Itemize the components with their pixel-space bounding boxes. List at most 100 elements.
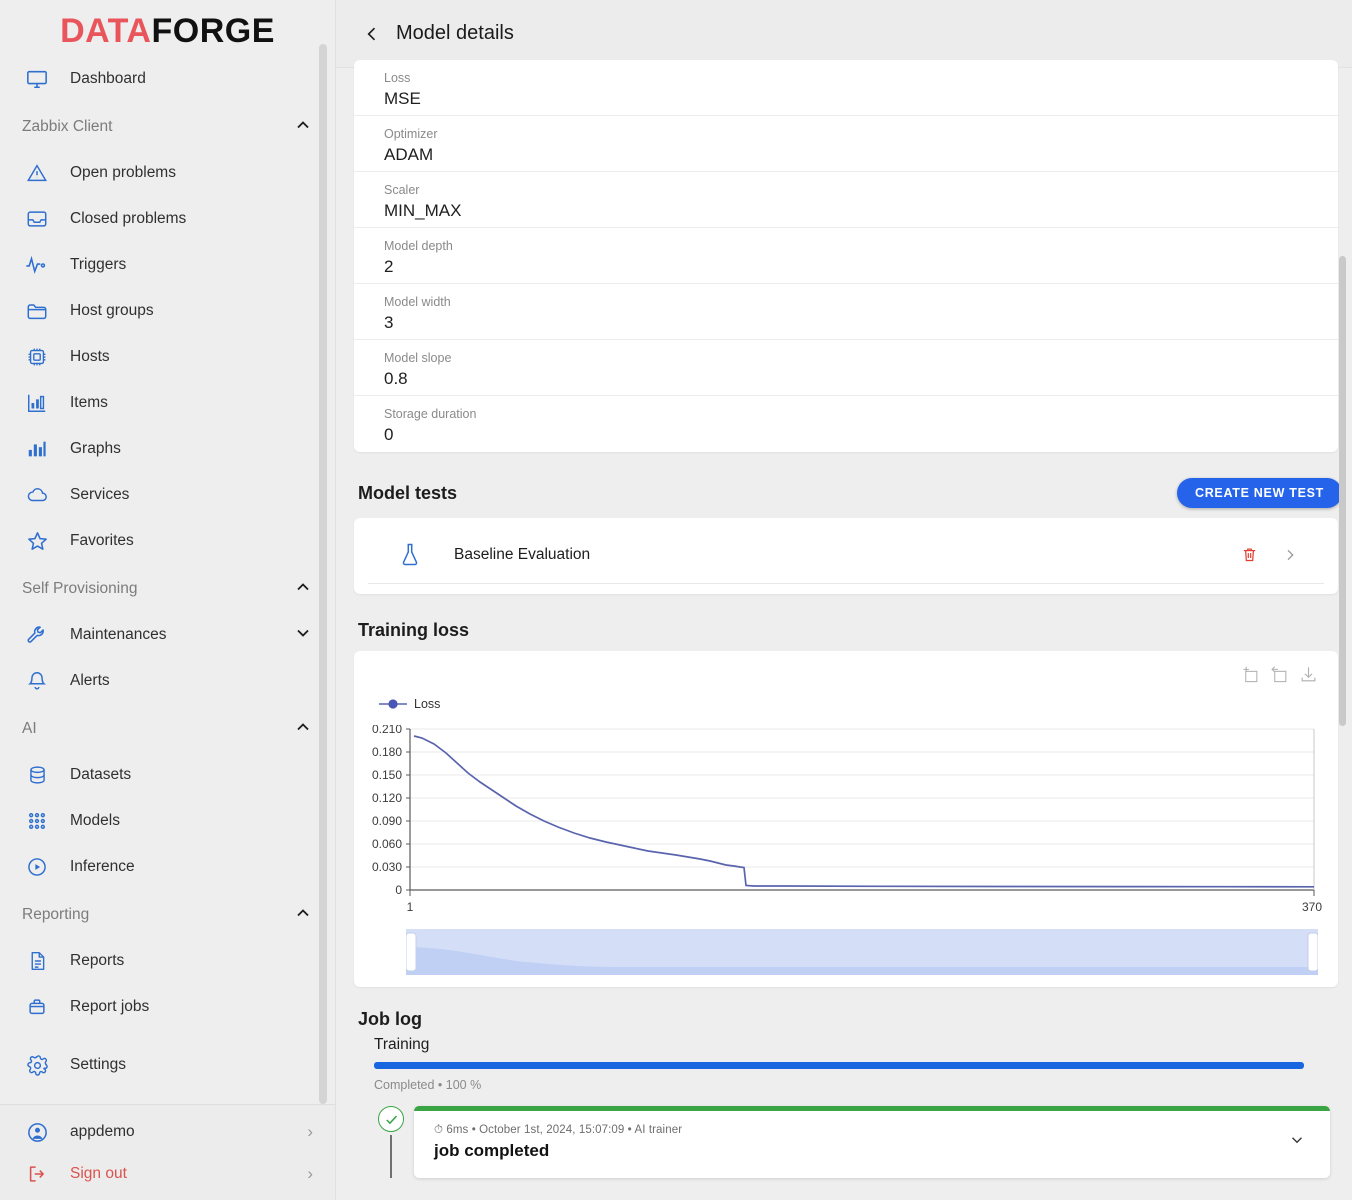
sidebar-item-closed-problems[interactable]: Closed problems: [0, 196, 335, 242]
sidebar-item-label: Items: [70, 394, 335, 412]
create-new-test-button[interactable]: CREATE NEW TEST: [1177, 478, 1342, 508]
app-logo: DATAFORGE: [0, 0, 335, 56]
parameter-value: 3: [384, 311, 1324, 335]
pulse-icon: [22, 252, 52, 278]
sidebar-item-graphs[interactable]: Graphs: [0, 426, 335, 472]
bell-icon: [22, 668, 52, 694]
training-loss-chart-card: Loss 0.210: [354, 651, 1338, 987]
sidebar-item-items[interactable]: Items: [0, 380, 335, 426]
parameter-row-loss: Loss MSE: [354, 60, 1338, 116]
monitor-icon: [22, 66, 52, 92]
sidebar-item-label: Dashboard: [70, 70, 335, 88]
sidebar-group-reporting[interactable]: Reporting: [0, 892, 335, 938]
sidebar-item-maintenances[interactable]: Maintenances: [0, 612, 335, 658]
cloud-icon: [22, 482, 52, 508]
warning-triangle-icon: [22, 160, 52, 186]
sidebar-group-label: AI: [22, 720, 293, 738]
clock-icon: ⏱: [434, 1124, 443, 1136]
sidebar-item-label: Settings: [70, 1056, 335, 1074]
chevron-up-icon: [293, 577, 313, 602]
job-log-card[interactable]: ⏱ 6ms • October 1st, 2024, 15:07:09 • AI…: [414, 1106, 1330, 1178]
reset-zoom-icon[interactable]: [1270, 665, 1289, 689]
logo-part-forge: FORGE: [151, 12, 274, 51]
chart-toolbar: [1241, 665, 1318, 689]
training-loss-header: Training loss: [358, 620, 1342, 641]
job-log-header: Job log: [358, 1009, 1342, 1030]
sidebar-item-host-groups[interactable]: Host groups: [0, 288, 335, 334]
sidebar-item-open-problems[interactable]: Open problems: [0, 150, 335, 196]
sidebar-footer: appdemo › Sign out ›: [0, 1104, 335, 1200]
job-log-entry: ⏱ 6ms • October 1st, 2024, 15:07:09 • AI…: [368, 1106, 1352, 1178]
model-test-row[interactable]: Baseline Evaluation: [368, 526, 1324, 584]
svg-text:0.030: 0.030: [372, 860, 402, 874]
sign-out-label: Sign out: [70, 1165, 307, 1183]
parameter-value: 2: [384, 255, 1324, 279]
graph-icon: [22, 436, 52, 462]
parameter-row-scaler: Scaler MIN_MAX: [354, 172, 1338, 228]
parameter-value: MSE: [384, 87, 1324, 111]
zoom-box-icon[interactable]: [1241, 665, 1260, 689]
sidebar-item-sign-out[interactable]: Sign out ›: [0, 1153, 335, 1195]
grid-dots-icon: [22, 808, 52, 834]
parameter-label: Model width: [384, 294, 1324, 311]
account-label: appdemo: [70, 1123, 307, 1141]
sidebar-item-label: Favorites: [70, 532, 335, 550]
bar-chart-icon: [22, 390, 52, 416]
parameter-label: Loss: [384, 70, 1324, 87]
sidebar-item-label: Maintenances: [70, 626, 293, 644]
sidebar-scrollbar-thumb[interactable]: [319, 44, 327, 1104]
sidebar-item-account[interactable]: appdemo ›: [0, 1111, 335, 1153]
sidebar-item-label: Reports: [70, 952, 335, 970]
main-scrollbar-thumb[interactable]: [1339, 256, 1346, 726]
svg-text:1: 1: [407, 900, 414, 914]
trash-icon[interactable]: [1241, 545, 1258, 564]
sidebar-item-label: Closed problems: [70, 210, 335, 228]
sidebar-item-label: Open problems: [70, 164, 335, 182]
database-icon: [22, 762, 52, 788]
parameter-label: Scaler: [384, 182, 1324, 199]
job-log-meta: ⏱ 6ms • October 1st, 2024, 15:07:09 • AI…: [434, 1124, 1282, 1137]
sidebar-item-hosts[interactable]: Hosts: [0, 334, 335, 380]
sidebar-group-ai[interactable]: AI: [0, 706, 335, 752]
sidebar-item-reports[interactable]: Reports: [0, 938, 335, 984]
job-log-meta-text: 6ms • October 1st, 2024, 15:07:09 • AI t…: [446, 1124, 682, 1136]
sidebar-item-inference[interactable]: Inference: [0, 844, 335, 890]
sidebar-item-models[interactable]: Models: [0, 798, 335, 844]
sidebar-item-favorites[interactable]: Favorites: [0, 518, 335, 564]
svg-text:0.210: 0.210: [372, 725, 402, 736]
chart-range-brush[interactable]: [406, 929, 1318, 975]
job-progress-label: Training: [374, 1036, 1352, 1054]
sidebar-scrollbar[interactable]: [323, 44, 331, 1104]
chip-icon: [22, 344, 52, 370]
sidebar-item-label: Inference: [70, 858, 335, 876]
sidebar-item-settings[interactable]: Settings: [0, 1042, 335, 1088]
sidebar-group-zabbix-client[interactable]: Zabbix Client: [0, 104, 335, 150]
sidebar-item-services[interactable]: Services: [0, 472, 335, 518]
svg-text:370: 370: [1302, 900, 1322, 914]
sidebar-item-dashboard[interactable]: Dashboard: [0, 56, 335, 102]
gear-icon: [22, 1052, 52, 1078]
chevron-right-icon[interactable]: [1282, 546, 1298, 564]
sidebar-item-label: Models: [70, 812, 335, 830]
brush-handle-right: [1308, 933, 1318, 971]
download-icon[interactable]: [1299, 665, 1318, 689]
model-tests-card: Baseline Evaluation: [354, 518, 1338, 594]
job-log-message: job completed: [434, 1141, 1282, 1161]
sidebar-item-datasets[interactable]: Datasets: [0, 752, 335, 798]
sidebar-item-triggers[interactable]: Triggers: [0, 242, 335, 288]
sidebar-group-self-provisioning[interactable]: Self Provisioning: [0, 566, 335, 612]
user-circle-icon: [22, 1119, 52, 1145]
parameter-value: ADAM: [384, 143, 1324, 167]
chevron-down-icon[interactable]: [1282, 1131, 1312, 1154]
parameter-label: Storage duration: [384, 406, 1324, 423]
sidebar-group-label: Reporting: [22, 906, 293, 924]
chevron-up-icon: [293, 115, 313, 140]
sidebar-item-alerts[interactable]: Alerts: [0, 658, 335, 704]
sidebar-group-label: Zabbix Client: [22, 118, 293, 136]
sidebar-item-report-jobs[interactable]: Report jobs: [0, 984, 335, 1030]
chart-x-tick-labels: 1 370: [407, 890, 1322, 914]
parameter-label: Optimizer: [384, 126, 1324, 143]
back-button[interactable]: [358, 20, 386, 48]
chart-gridlines: [410, 729, 1314, 867]
parameter-label: Model slope: [384, 350, 1324, 367]
